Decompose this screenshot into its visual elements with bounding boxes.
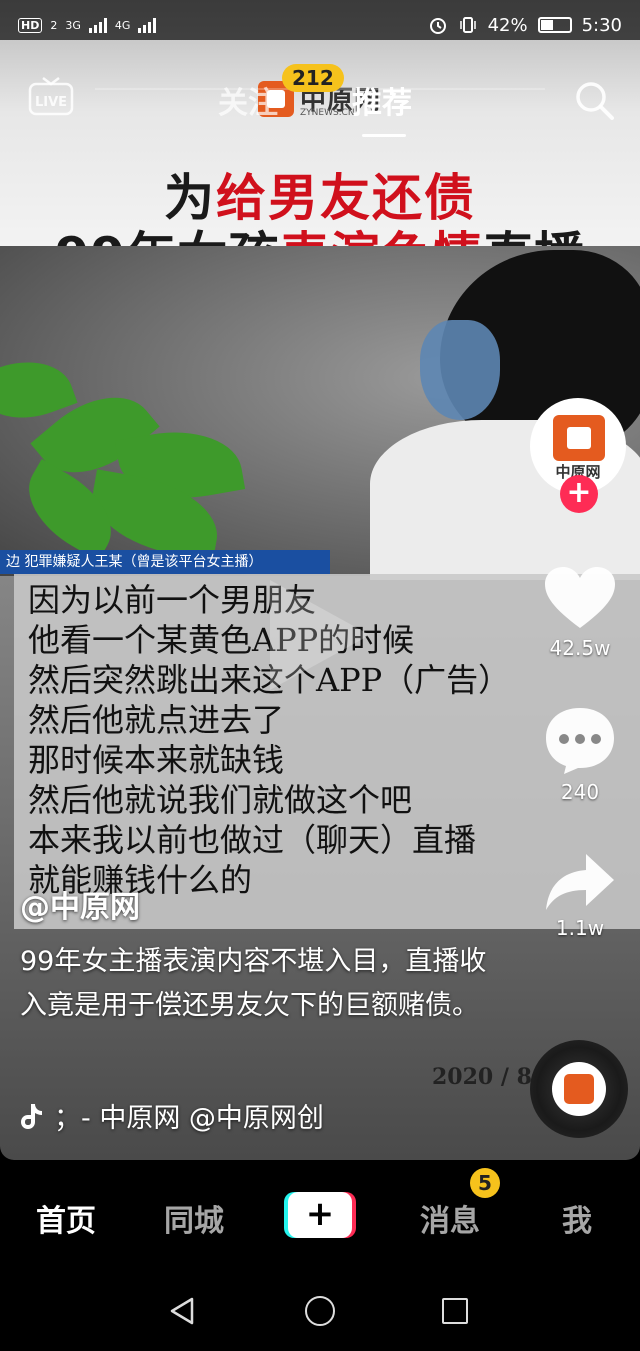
caption-line: 然后他就说我们就做这个吧 [28,781,413,819]
comment-button[interactable]: 240 [540,706,620,804]
music-row[interactable]: ；- 中原网 @中原网创 [20,1096,324,1135]
video-caption-label: 边 犯罪嫌疑人王某（曾是该平台女主播） [0,550,330,574]
hd-icon: HD [18,17,43,33]
share-icon [546,854,614,910]
back-icon[interactable] [168,1296,198,1326]
create-button[interactable]: + [284,1192,356,1238]
caption-line: 本来我以前也做过（聊天）直播 [28,821,477,859]
share-button[interactable]: 1.1w [540,852,620,940]
live-label: LIVE [35,95,67,110]
person-mask [420,320,500,420]
comment-icon [546,708,614,774]
signal-icon [138,17,157,33]
recent-apps-icon[interactable] [442,1298,468,1324]
like-button[interactable]: 42.5w [540,566,620,660]
vibrate-icon [459,17,476,33]
messages-badge: 5 [470,1168,500,1198]
video-date-stamp: 2020 / 8 [432,1064,532,1090]
plus-icon: + [288,1192,352,1238]
tab-home[interactable]: 首页 [36,1196,96,1240]
post-description: 99年女主播表演内容不堪入目，直播收入竟是用于偿还男友欠下的巨额赌债。 [20,946,487,1021]
signal-icon [88,17,107,33]
net1-label: 3G [65,18,81,32]
tab-city[interactable]: 同城 [164,1196,224,1240]
search-icon[interactable] [572,78,616,122]
top-nav: LIVE 关注 212 推荐 [0,64,640,137]
tab-me[interactable]: 我 [562,1196,592,1240]
music-disc[interactable] [530,1040,628,1138]
zynews-logo-icon [553,415,605,461]
tab-follow[interactable]: 关注 [218,78,278,122]
tab-recommend[interactable]: 推荐 [352,78,412,122]
status-bar: HD 2 3G 4G 42% 5:30 [0,0,640,50]
follow-button[interactable]: + [560,475,598,513]
net2-label: 4G [114,18,131,32]
battery-icon [537,17,572,33]
play-icon[interactable] [270,580,370,690]
caption-line: 然后他就点进去了 [28,701,285,739]
home-icon[interactable] [305,1296,335,1326]
hd-label: HD [21,18,40,32]
tab-messages[interactable]: 消息 [420,1196,480,1240]
heart-icon [545,567,615,628]
clock: 5:30 [581,14,622,36]
status-left: HD 2 3G 4G [18,17,157,33]
follow-badge: 212 [282,64,344,92]
live-icon[interactable]: LIVE [28,76,74,116]
system-nav-bar [0,1270,640,1351]
music-disc-cover [552,1062,606,1116]
comment-count: 240 [560,780,600,804]
like-count: 42.5w [549,636,611,660]
bottom-tab-bar: 首页 同城 + 消息 5 我 [0,1160,640,1270]
battery-percent: 42% [487,14,528,36]
music-title: ；- 中原网 @中原网创 [54,1103,324,1134]
share-count: 1.1w [555,916,605,940]
sim-label: 2 [50,18,58,32]
alarm-icon [429,18,446,34]
active-tab-indicator [362,134,406,137]
author-name[interactable]: @中原网 [20,882,140,926]
music-note-icon [21,1103,42,1129]
status-right: 42% 5:30 [428,15,622,36]
caption-line: 那时候本来就缺钱 [28,741,285,779]
